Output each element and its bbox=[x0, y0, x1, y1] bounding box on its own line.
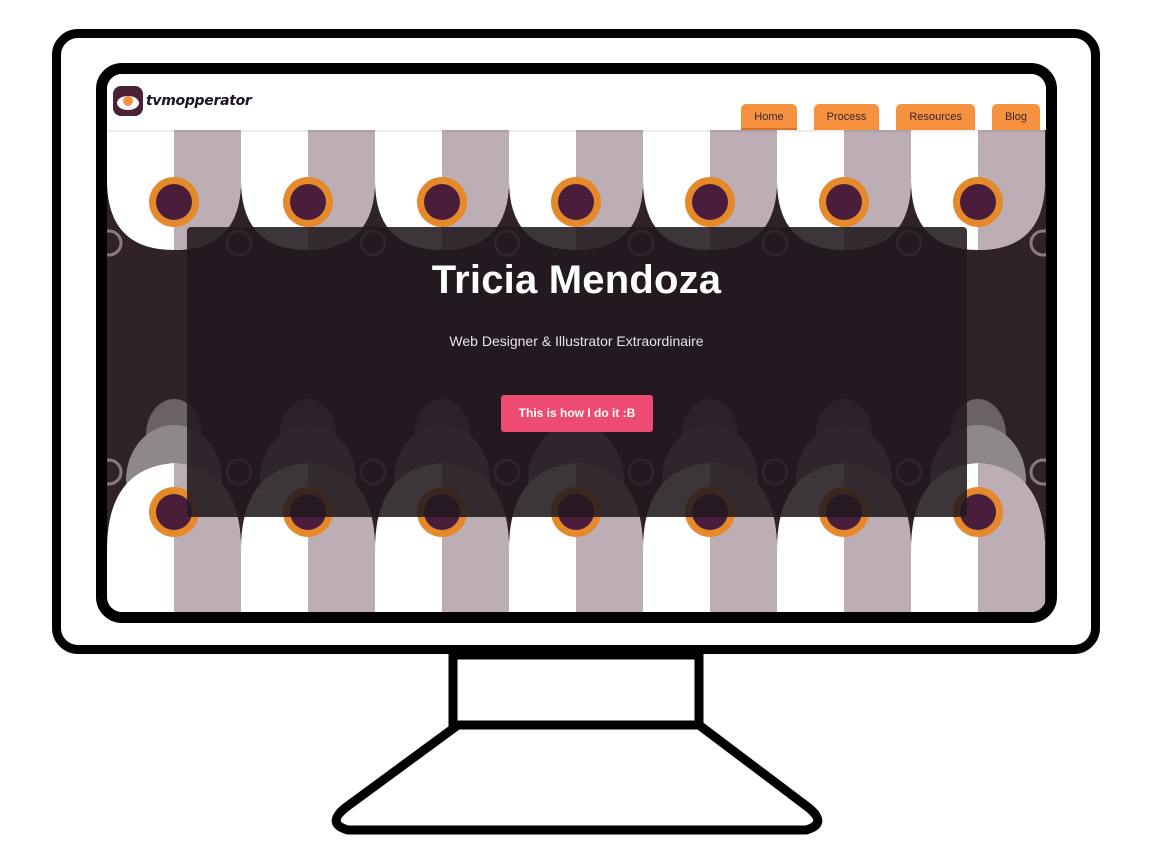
yolk-center bbox=[156, 184, 192, 220]
logo-text: tvmopperator bbox=[146, 93, 252, 109]
site-header: tvmopperator Home Process Resources Blog bbox=[107, 74, 1046, 130]
website-viewport: tvmopperator Home Process Resources Blog… bbox=[107, 74, 1046, 612]
fried-egg-logo-icon bbox=[113, 86, 143, 116]
nav-tab-resources[interactable]: Resources bbox=[896, 104, 975, 130]
site-logo[interactable]: tvmopperator bbox=[113, 86, 252, 116]
hero-section: Tricia Mendoza Web Designer & Illustrato… bbox=[107, 130, 1046, 612]
yolk-center bbox=[558, 184, 594, 220]
yolk-center bbox=[424, 184, 460, 220]
cta-button[interactable]: This is how I do it :B bbox=[501, 395, 653, 432]
main-nav: Home Process Resources Blog bbox=[724, 104, 1040, 130]
yolk-center bbox=[692, 184, 728, 220]
yolk-center bbox=[960, 184, 996, 220]
hero-title: Tricia Mendoza bbox=[431, 258, 722, 302]
yolk-center bbox=[826, 184, 862, 220]
nav-tab-blog[interactable]: Blog bbox=[991, 104, 1040, 130]
hero-subtitle: Web Designer & Illustrator Extraordinair… bbox=[449, 333, 704, 349]
yolk-center bbox=[290, 184, 326, 220]
nav-tab-process[interactable]: Process bbox=[813, 104, 880, 130]
monitor-screen: tvmopperator Home Process Resources Blog… bbox=[96, 63, 1057, 623]
nav-tab-home[interactable]: Home bbox=[741, 104, 797, 130]
